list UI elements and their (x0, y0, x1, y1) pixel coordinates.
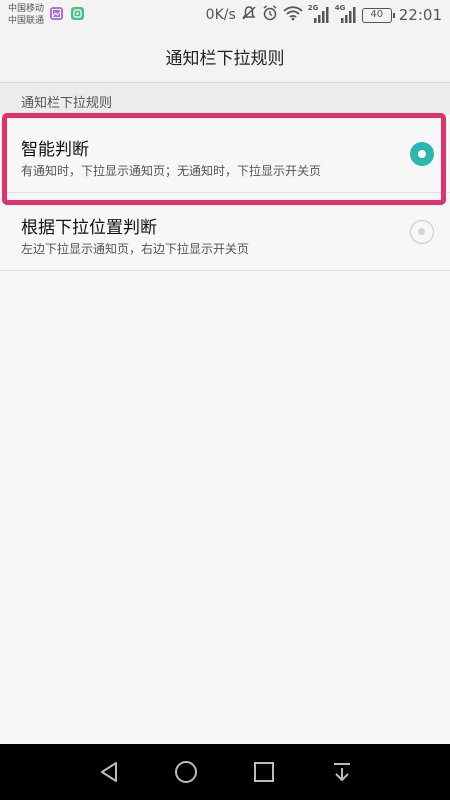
carrier-info: 中国移动 中国联通 (8, 3, 44, 27)
signal-4g-label: 4G (334, 4, 346, 12)
battery-icon: 40 (361, 7, 395, 23)
network-speed: 0K/s (205, 7, 236, 23)
option-description: 有通知时，下拉显示通知页；无通知时，下拉显示开关页 (21, 164, 322, 178)
option-title: 智能判断 (21, 140, 89, 160)
back-icon[interactable] (96, 758, 124, 786)
option-title: 根据下拉位置判断 (21, 218, 157, 238)
title-bar: 通知栏下拉规则 (0, 30, 450, 83)
page-title: 通知栏下拉规则 (165, 49, 285, 69)
alarm-icon (262, 5, 278, 25)
status-bar: 中国移动 中国联通 0K/s 2G 4G 40 22:01 (0, 0, 450, 30)
gallery-notification-icon (50, 7, 63, 20)
section-header: 通知栏下拉规则 (0, 83, 450, 115)
signal-2g-label: 2G (307, 4, 319, 12)
option-description: 左边下拉显示通知页，右边下拉显示开关页 (21, 242, 250, 256)
radio-button-selected[interactable] (410, 142, 434, 166)
option-position-detect[interactable]: 根据下拉位置判断 左边下拉显示通知页，右边下拉显示开关页 (0, 196, 450, 271)
wifi-icon (283, 5, 303, 25)
status-icons: 0K/s 2G 4G 40 22:01 (206, 4, 442, 26)
section-title: 通知栏下拉规则 (21, 96, 113, 111)
navigation-bar (0, 744, 450, 800)
battery-level: 40 (370, 8, 384, 20)
notification-pulldown-icon[interactable] (328, 758, 356, 786)
mute-icon (241, 5, 257, 25)
clock: 22:01 (398, 6, 442, 24)
signal-4g-icon: 4G (334, 4, 357, 24)
carrier-2: 中国联通 (8, 16, 45, 26)
app-notification-icon (71, 7, 84, 20)
home-icon[interactable] (172, 758, 200, 786)
recent-apps-icon[interactable] (250, 758, 278, 786)
signal-2g-icon: 2G (307, 4, 330, 24)
carrier-1: 中国移动 (8, 4, 45, 14)
option-smart-detect[interactable]: 智能判断 有通知时，下拉显示通知页；无通知时，下拉显示开关页 (0, 118, 450, 193)
radio-button-unselected[interactable] (410, 220, 434, 244)
